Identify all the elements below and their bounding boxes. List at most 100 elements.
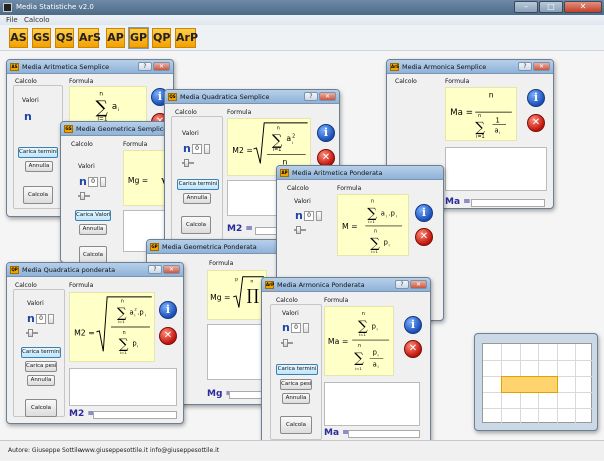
svg-text:i=1: i=1 — [371, 249, 378, 254]
carica-termini-button[interactable]: Carica termini — [18, 147, 58, 158]
result-field[interactable] — [93, 411, 177, 419]
calcola-button[interactable]: Calcola — [25, 399, 57, 417]
window-media-quadratica-ponderata[interactable]: QP Media Quadratica ponderata ? ✕ Calcolo… — [6, 262, 184, 424]
svg-text:a: a — [381, 209, 385, 217]
n-value-box[interactable]: 0 — [36, 314, 46, 324]
svg-text:2: 2 — [292, 133, 295, 139]
info-icon[interactable]: i — [159, 301, 177, 319]
clear-icon[interactable]: ✕ — [415, 228, 433, 246]
n-value-box[interactable]: 0 — [88, 177, 98, 187]
window-titlebar[interactable]: GS Media Geometrica Semplice — [61, 122, 179, 136]
window-titlebar[interactable]: ArS Media Armonica Semplice ? ✕ — [387, 60, 553, 74]
toolbar-button-gs[interactable]: GS — [32, 28, 51, 48]
svg-text:p: p — [235, 278, 238, 283]
status-site[interactable]: www.giuseppesottile.it — [80, 441, 148, 461]
maximize-button[interactable]: □ — [539, 1, 563, 13]
result-field[interactable] — [471, 199, 545, 207]
info-icon[interactable]: i — [415, 204, 433, 222]
toolbar-button-arp[interactable]: ArP — [175, 28, 198, 48]
window-close-button[interactable]: ✕ — [163, 265, 180, 274]
values-list[interactable] — [324, 382, 420, 426]
calcolo-label: Calcolo — [276, 297, 298, 304]
formula-lhs: Mg = — [128, 176, 148, 185]
clear-icon[interactable]: ✕ — [159, 327, 177, 345]
svg-text:n: n — [358, 343, 361, 349]
n-spinner[interactable] — [100, 177, 106, 187]
n-slider[interactable] — [281, 339, 293, 347]
status-email[interactable]: info@giuseppesottile.it — [150, 441, 219, 461]
help-button[interactable]: ? — [148, 265, 162, 274]
window-icon: AS — [10, 63, 19, 71]
svg-text:p: p — [372, 322, 376, 330]
annulla-button[interactable]: Annulla — [79, 224, 107, 235]
values-list[interactable] — [445, 147, 547, 191]
n-value-box[interactable]: 0 — [291, 323, 301, 333]
calcola-button[interactable]: Calcola — [280, 416, 312, 434]
window-close-button[interactable]: ✕ — [410, 280, 427, 289]
info-icon[interactable]: i — [317, 124, 335, 142]
toolbar-button-ars[interactable]: ArS — [78, 28, 101, 48]
window-titlebar[interactable]: QP Media Quadratica ponderata ? ✕ — [7, 263, 183, 277]
svg-text:p: p — [384, 238, 388, 246]
n-slider[interactable] — [26, 329, 38, 337]
annulla-button[interactable]: Annulla — [27, 375, 55, 386]
carica-termini-button[interactable]: Carica termini — [177, 179, 219, 190]
window-titlebar[interactable]: AP Media Aritmetica Ponderata — [277, 166, 443, 180]
carica-valori-button[interactable]: Carica Valori — [75, 210, 111, 221]
toolbar-button-ap[interactable]: AP — [106, 28, 125, 48]
window-titlebar[interactable]: AS Media Aritmetica Semplice ? ✕ — [7, 60, 173, 74]
info-icon[interactable]: i — [404, 316, 422, 334]
menu-calcolo[interactable]: Calcolo — [24, 15, 49, 25]
n-slider[interactable] — [182, 159, 194, 167]
n-label: n — [295, 209, 303, 222]
annulla-button[interactable]: Annulla — [282, 393, 310, 404]
n-spinner[interactable] — [303, 323, 309, 333]
n-spinner[interactable] — [48, 314, 54, 324]
toolbar-button-qp[interactable]: QP — [152, 28, 171, 48]
svg-text:a: a — [286, 134, 291, 143]
clear-icon[interactable]: ✕ — [527, 114, 545, 132]
toolbar-button-gp[interactable]: GP — [128, 27, 149, 49]
window-close-button[interactable]: ✕ — [319, 92, 336, 101]
close-button[interactable]: ✕ — [564, 1, 602, 13]
carica-termini-button[interactable]: Carica termini — [276, 364, 318, 375]
clear-icon[interactable]: ✕ — [404, 340, 422, 358]
minimize-button[interactable]: – — [514, 1, 538, 13]
values-list[interactable] — [69, 368, 177, 406]
info-icon[interactable]: i — [527, 89, 545, 107]
window-media-armonica-ponderata[interactable]: ArP Media Armonica Ponderata ? ✕ Calcolo … — [261, 277, 431, 445]
help-button[interactable]: ? — [395, 280, 409, 289]
carica-pesi-button[interactable]: Carica pesi — [280, 379, 312, 390]
n-slider[interactable] — [78, 192, 90, 200]
toolbar-button-as[interactable]: AS — [9, 28, 28, 48]
help-button[interactable]: ? — [138, 62, 152, 71]
svg-text:a: a — [494, 126, 498, 134]
n-spinner[interactable] — [204, 144, 210, 154]
carica-pesi-button[interactable]: Carica pesi — [25, 361, 57, 372]
calcola-button[interactable]: Calcola — [23, 186, 53, 204]
window-titlebar[interactable]: QS Media Quadratica Semplice ? ✕ — [165, 90, 339, 104]
svg-text:a: a — [112, 102, 117, 112]
formula-lhs: M2 = — [74, 329, 95, 338]
svg-text:∑: ∑ — [475, 119, 485, 135]
n-value-box[interactable]: 0 — [192, 144, 202, 154]
window-close-button[interactable]: ✕ — [533, 62, 550, 71]
formula-label: Formula — [69, 78, 94, 85]
help-button[interactable]: ? — [304, 92, 318, 101]
n-value-box[interactable]: 0 — [304, 211, 314, 221]
window-close-button[interactable]: ✕ — [153, 62, 170, 71]
help-button[interactable]: ? — [518, 62, 532, 71]
n-spinner[interactable] — [316, 211, 322, 221]
annulla-button[interactable]: Annulla — [183, 193, 211, 204]
window-titlebar[interactable]: ArP Media Armonica Ponderata ? ✕ — [262, 278, 430, 292]
n-slider[interactable] — [294, 226, 306, 234]
annulla-button[interactable]: Annulla — [25, 161, 53, 172]
menu-file[interactable]: File — [6, 15, 18, 25]
toolbar-button-qs[interactable]: QS — [55, 28, 74, 48]
calcolo-label: Calcolo — [395, 78, 417, 85]
result-field[interactable] — [348, 430, 420, 438]
formula-label: Formula — [324, 297, 349, 304]
minimized-preview-window[interactable] — [474, 333, 598, 431]
calcola-button[interactable]: Calcola — [181, 216, 211, 234]
carica-termini-button[interactable]: Carica termini — [21, 347, 61, 358]
